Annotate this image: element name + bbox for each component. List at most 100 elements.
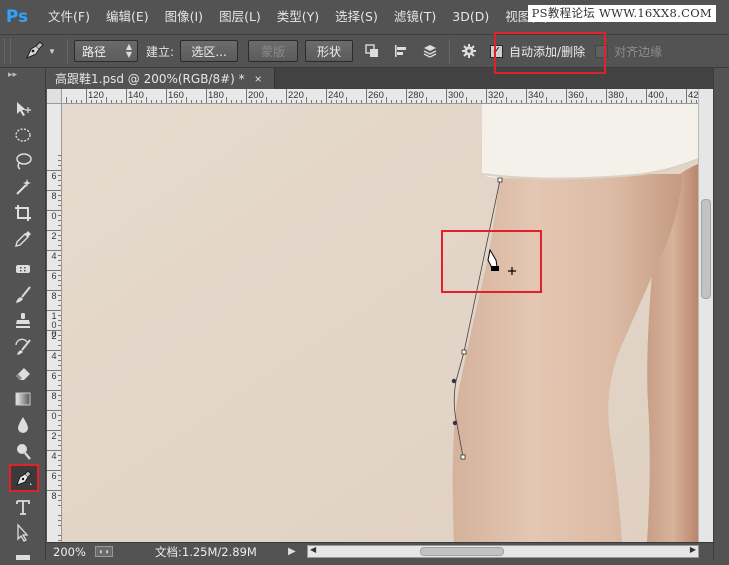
- path-arrangement-button[interactable]: [417, 39, 443, 63]
- scroll-right-icon[interactable]: ▶: [690, 545, 696, 554]
- ruler-label: 6: [51, 471, 57, 481]
- ruler-minor-tick: [456, 100, 457, 103]
- options-bar: ▼ 路径 ▲ ▼ 建立: 选区... 蒙版 形状 ✓ 自动添加/删除 对齐边缘: [0, 34, 729, 68]
- magic-wand-tool[interactable]: [9, 174, 37, 200]
- ruler-minor-tick: [191, 100, 192, 103]
- document-title: 高跟鞋1.psd @ 200%(RGB/8#) *: [55, 72, 245, 86]
- healing-brush-tool[interactable]: [9, 256, 37, 282]
- ruler-minor-tick: [58, 255, 61, 256]
- horizontal-scrollbar[interactable]: ◀ ▶: [307, 545, 699, 558]
- options-grip[interactable]: [4, 39, 11, 63]
- ruler-minor-tick: [601, 100, 602, 103]
- ruler-minor-tick: [58, 240, 61, 241]
- status-menu-arrow-icon[interactable]: ▶: [288, 546, 296, 557]
- move-tool[interactable]: [9, 96, 37, 122]
- photoshop-logo: Ps: [5, 7, 29, 27]
- shape-button[interactable]: 形状: [305, 40, 354, 62]
- ruler-minor-tick: [626, 97, 627, 103]
- path-alignment-button[interactable]: [388, 39, 414, 63]
- type-tool[interactable]: [9, 494, 37, 520]
- ruler-minor-tick: [58, 315, 61, 316]
- eyedropper-tool[interactable]: [9, 226, 37, 252]
- path-alignment-icon: [395, 45, 407, 57]
- ruler-minor-tick: [276, 100, 277, 103]
- path-arrangement-icon: [423, 45, 437, 58]
- menu-select[interactable]: 选择(S): [327, 0, 386, 34]
- ruler-minor-tick: [341, 100, 342, 103]
- anchor-point-selected[interactable]: [451, 378, 457, 384]
- brush-icon: [16, 286, 31, 303]
- anchor-point[interactable]: [461, 349, 467, 355]
- anchor-point-selected[interactable]: [452, 420, 458, 426]
- canvas-image: [62, 104, 698, 542]
- tool-mode-select[interactable]: 路径 ▲ ▼: [74, 40, 138, 62]
- menu-edit[interactable]: 编辑(E): [98, 0, 157, 34]
- ruler-minor-tick: [696, 100, 697, 103]
- close-icon[interactable]: ×: [255, 72, 262, 86]
- settings-button[interactable]: [456, 39, 482, 63]
- eraser-icon: [16, 368, 30, 380]
- anchor-point[interactable]: [460, 454, 466, 460]
- ruler-minor-tick: [496, 100, 497, 103]
- document-canvas[interactable]: [62, 104, 698, 542]
- mask-button[interactable]: 蒙版: [248, 40, 299, 62]
- ruler-minor-tick: [636, 100, 637, 103]
- lasso-tool[interactable]: [9, 148, 37, 174]
- menu-3d[interactable]: 3D(D): [444, 0, 497, 34]
- brush-tool[interactable]: [9, 282, 37, 308]
- ruler-minor-tick: [58, 215, 61, 216]
- ruler-minor-tick: [58, 440, 61, 441]
- marquee-tool[interactable]: [9, 122, 37, 148]
- ruler-minor-tick: [676, 100, 677, 103]
- ruler-minor-tick: [58, 425, 61, 426]
- document-tab[interactable]: 高跟鞋1.psd @ 200%(RGB/8#) * ×: [47, 68, 275, 89]
- selection-button[interactable]: 选区...: [180, 40, 239, 62]
- menu-layer[interactable]: 图层(L): [211, 0, 269, 34]
- ruler-label: 6: [51, 171, 57, 181]
- ruler-minor-tick: [296, 100, 297, 103]
- path-selection-tool[interactable]: [9, 520, 37, 546]
- ruler-minor-tick: [376, 100, 377, 103]
- gradient-tool[interactable]: [9, 386, 37, 412]
- ruler-minor-tick: [181, 100, 182, 103]
- vertical-scrollbar[interactable]: [698, 89, 713, 542]
- horizontal-ruler[interactable]: 120 140 160 180 200 220 240 260 280 300 320 340 360 3…: [62, 89, 698, 104]
- anchor-point[interactable]: [497, 177, 503, 183]
- ruler-minor-tick: [71, 100, 72, 103]
- ruler-minor-tick: [491, 100, 492, 103]
- blur-tool[interactable]: [9, 412, 37, 438]
- vertical-ruler[interactable]: 68024681 0 0246802468: [47, 104, 62, 542]
- pen-tool[interactable]: [9, 464, 39, 492]
- ruler-origin[interactable]: [47, 89, 62, 104]
- menu-type[interactable]: 类型(Y): [269, 0, 327, 34]
- dodge-tool[interactable]: [9, 438, 37, 464]
- scroll-left-icon[interactable]: ◀: [310, 545, 316, 554]
- history-brush-tool[interactable]: [9, 334, 37, 360]
- ruler-minor-tick: [58, 535, 61, 536]
- move-tool-icon: [17, 102, 31, 116]
- vertical-scroll-thumb[interactable]: [701, 199, 711, 299]
- menu-file[interactable]: 文件(F): [40, 0, 98, 34]
- zoom-level[interactable]: 200%: [47, 545, 87, 559]
- proof-icon[interactable]: ◐◑: [95, 546, 113, 557]
- water-drop-icon: [18, 417, 28, 433]
- collapse-icon[interactable]: ▸▸: [0, 68, 45, 80]
- ruler-minor-tick: [58, 340, 61, 341]
- gear-icon: [462, 44, 477, 58]
- path-operations-button[interactable]: [359, 39, 385, 63]
- crop-tool[interactable]: [9, 200, 37, 226]
- menu-filter[interactable]: 滤镜(T): [386, 0, 444, 34]
- menu-image[interactable]: 图像(I): [157, 0, 211, 34]
- ruler-minor-tick: [236, 100, 237, 103]
- tool-mode-value: 路径: [82, 44, 107, 59]
- horizontal-scroll-thumb[interactable]: [420, 547, 504, 556]
- clone-stamp-tool[interactable]: [9, 308, 37, 334]
- gradient-icon: [15, 392, 31, 406]
- ruler-minor-tick: [471, 100, 472, 103]
- ruler-minor-tick: [58, 505, 61, 506]
- document-info: 文档:1.25M/2.89M: [155, 544, 257, 559]
- ruler-minor-tick: [466, 97, 467, 103]
- eraser-tool[interactable]: [9, 360, 37, 386]
- tool-preset-picker[interactable]: ▼: [23, 38, 61, 64]
- ruler-minor-tick: [58, 455, 61, 456]
